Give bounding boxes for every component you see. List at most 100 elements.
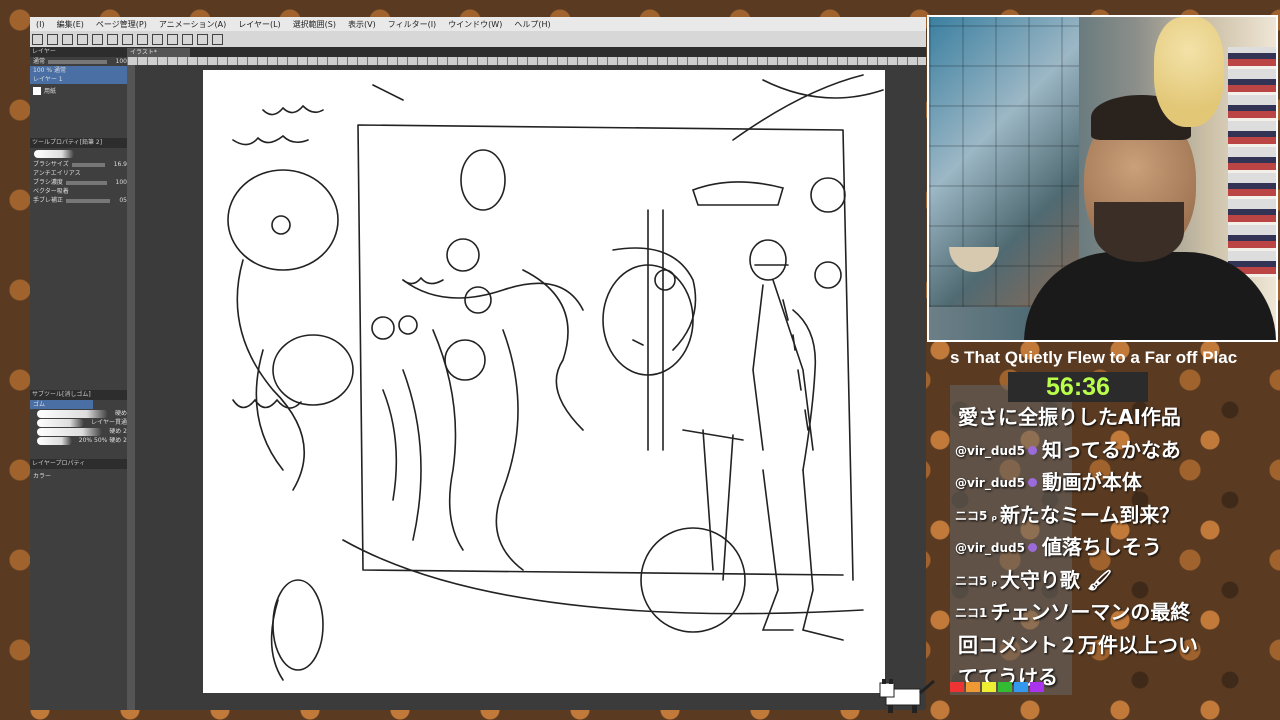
chat-message: @vir_dud5 動画が本体 [955, 467, 1245, 500]
deselect-icon[interactable] [152, 34, 163, 45]
chat-user: ニコ1 [955, 606, 988, 620]
antialias-row[interactable]: アンチエイリアス [30, 169, 127, 178]
density-slider[interactable] [65, 180, 107, 185]
chat-text: 新たなミーム到来？ [999, 502, 1180, 527]
chat-message: 回コメント２万件以上つい [955, 630, 1245, 663]
teddy-bear [1154, 17, 1224, 127]
badge-icon [1027, 478, 1037, 487]
canvas-tab-strip: イラスト* [127, 47, 926, 57]
layer-property-header: レイヤープロパティ [30, 459, 127, 469]
chat-user: @vir_dud5 [955, 443, 1025, 458]
chat-text: 愛さに全振りしたAI作品 [958, 405, 1181, 429]
layer-panel-space [30, 98, 127, 138]
fill-icon[interactable] [122, 34, 133, 45]
transform-icon[interactable] [137, 34, 148, 45]
menu-item-file[interactable]: (I) [30, 20, 51, 29]
brush-size-slider[interactable] [71, 162, 105, 167]
brush-stroke-icon [37, 427, 103, 436]
subtool-label-3: 硬め 2 [109, 428, 127, 435]
chat-user: ニコ5 ᵨ [955, 508, 997, 523]
streamer-beard [1094, 202, 1184, 262]
menu-item-selection[interactable]: 選択範囲(S) [287, 19, 342, 30]
clear-icon[interactable] [107, 34, 118, 45]
chat-user: @vir_dud5 [955, 541, 1025, 555]
menu-item-layer[interactable]: レイヤー(L) [232, 19, 286, 30]
undo-icon[interactable] [77, 34, 88, 45]
badge-icon [1027, 445, 1037, 455]
brush-size-row[interactable]: ブラシサイズ 16.9 [30, 160, 127, 169]
stabilization-value: 05 [119, 197, 127, 204]
menu-bar: (I) 編集(E) ページ管理(P) アニメーション(A) レイヤー(L) 選択… [30, 17, 926, 31]
drawing-canvas[interactable] [203, 70, 885, 693]
redo-icon[interactable] [92, 34, 103, 45]
tool-property-space [30, 205, 127, 390]
menu-item-edit[interactable]: 編集(E) [51, 19, 90, 30]
color-mode-row[interactable]: カラー [30, 469, 127, 483]
swatch [982, 682, 996, 692]
layer-item-paper[interactable]: 用紙 [30, 84, 127, 98]
stream-title: s That Quietly Flew to a Far off Plac [950, 348, 1238, 367]
menu-item-help[interactable]: ヘルプ(H) [508, 19, 556, 30]
menu-item-page[interactable]: ページ管理(P) [90, 19, 153, 30]
new-file-icon[interactable] [32, 34, 43, 45]
subtool-label-1: 硬め [114, 410, 127, 417]
chat-message: ニコ5 ᵨ 大守り歌 🖌 [955, 565, 1245, 598]
chat-text: 知ってるかなあ [1041, 437, 1181, 462]
brush-preview [34, 150, 74, 158]
chat-text: チェンソーマンの最終 [990, 600, 1191, 624]
stabilization-slider[interactable] [66, 198, 111, 203]
density-row[interactable]: ブラシ濃度 100 [30, 178, 127, 187]
menu-item-filter[interactable]: フィルター(I) [382, 19, 442, 30]
swatch [1030, 682, 1044, 692]
stabilization-label: 手ブレ補正 [33, 197, 64, 204]
settings-icon[interactable] [212, 34, 223, 45]
blend-mode[interactable]: 通常 [33, 57, 45, 66]
layer-1-blend: 100 % 通常 [33, 67, 66, 74]
pen-icon[interactable] [197, 34, 208, 45]
menu-item-animation[interactable]: アニメーション(A) [153, 19, 232, 30]
brush-size-value: 16.9 [113, 161, 127, 168]
brush-stroke-icon [37, 418, 85, 427]
subtool-item-4[interactable]: 20% 50% 硬め 2 [30, 436, 127, 445]
chat-text: 値落ちしそう [1041, 535, 1162, 559]
ruler-icon[interactable] [182, 34, 193, 45]
chat-text: 大守り歌 🖌 [999, 567, 1113, 592]
left-panel: レイヤー 通常 100 100 % 通常 レイヤー 1 用紙 ツールプロパティ[… [30, 47, 128, 710]
opacity-slider[interactable] [48, 59, 107, 64]
vector-snap-row[interactable]: ベクター吸着 [30, 187, 127, 196]
chat-user: ニコ5 ᵨ [955, 573, 997, 588]
chat-text: 動画が本体 [1041, 470, 1142, 494]
layer-2-name: 用紙 [44, 87, 57, 95]
save-icon[interactable] [62, 34, 73, 45]
layer-item-1[interactable]: 100 % 通常 レイヤー 1 [30, 66, 127, 84]
menu-item-view[interactable]: 表示(V) [342, 19, 382, 30]
chat-user: @vir_dud5 [955, 476, 1025, 490]
subtool-item-2[interactable]: レイヤー貫通 [30, 418, 127, 427]
webcam-view [927, 15, 1278, 342]
subtool-item-3[interactable]: 硬め 2 [30, 427, 127, 436]
pixel-cat-icon [879, 679, 935, 713]
layer-1-name: レイヤー 1 [33, 76, 63, 83]
subtool-selected[interactable]: ゴム [30, 400, 93, 409]
canvas-tab[interactable]: イラスト* [127, 48, 190, 57]
bookshelf [1228, 47, 1276, 277]
sketch-drawing [227, 74, 884, 681]
subtool-item-1[interactable]: 硬め [30, 409, 127, 418]
chat-message: ニコ1 チェンソーマンの最終 [955, 597, 1245, 630]
command-bar [30, 31, 926, 48]
stream-overlay: s That Quietly Flew to a Far off Plac 56… [950, 340, 1250, 700]
stabilization-row[interactable]: 手ブレ補正 05 [30, 196, 127, 205]
color-mode-select[interactable]: カラー [33, 472, 51, 481]
chat-text: 回コメント２万件以上つい [958, 632, 1198, 657]
menu-item-window[interactable]: ウインドウ(W) [442, 19, 508, 30]
layer-thumbnail [33, 87, 41, 95]
antialias-label: アンチエイリアス [33, 170, 81, 177]
vector-snap-label: ベクター吸着 [33, 188, 69, 195]
horizontal-ruler [127, 57, 926, 65]
stream-timer: 56:36 [1008, 372, 1148, 402]
blend-mode-row[interactable]: 通常 100 [30, 57, 127, 66]
swatch [1014, 682, 1028, 692]
chat-message: @vir_dud5 知ってるかなあ [955, 435, 1245, 468]
open-icon[interactable] [47, 34, 58, 45]
crop-icon[interactable] [167, 34, 178, 45]
